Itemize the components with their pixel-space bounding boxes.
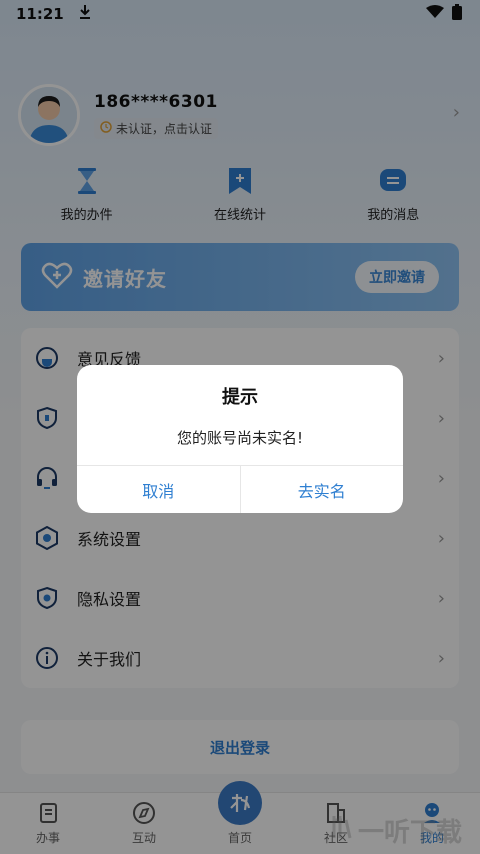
watermark-logo-icon bbox=[330, 812, 352, 849]
dialog-title: 提示 bbox=[222, 387, 258, 408]
cancel-button[interactable]: 取消 bbox=[77, 466, 240, 513]
verify-dialog: 提示 您的账号尚未实名! 取消 去实名 bbox=[77, 365, 403, 513]
dialog-message: 您的账号尚未实名! bbox=[176, 429, 303, 447]
go-verify-button[interactable]: 去实名 bbox=[239, 466, 404, 513]
watermark-text: 一听下载 bbox=[358, 817, 463, 848]
dialog-actions: 取消 去实名 bbox=[77, 465, 403, 513]
watermark: 一听下载 bbox=[330, 806, 480, 854]
